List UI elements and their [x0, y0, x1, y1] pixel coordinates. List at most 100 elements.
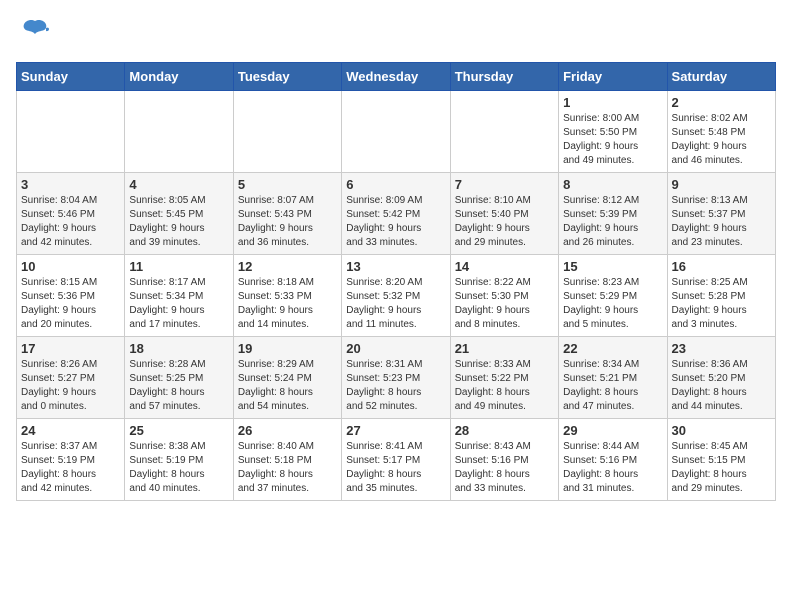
day-number: 22: [563, 341, 662, 356]
day-number: 8: [563, 177, 662, 192]
week-row-2: 3 Sunrise: 8:04 AMSunset: 5:46 PMDaylight…: [17, 173, 776, 255]
calendar-cell: 26 Sunrise: 8:40 AMSunset: 5:18 PMDayligh…: [233, 419, 341, 501]
calendar-cell: 19 Sunrise: 8:29 AMSunset: 5:24 PMDayligh…: [233, 337, 341, 419]
logo-bird-icon: [20, 16, 50, 52]
calendar-cell: 13 Sunrise: 8:20 AMSunset: 5:32 PMDayligh…: [342, 255, 450, 337]
day-info: Sunrise: 8:17 AMSunset: 5:34 PMDaylight:…: [129, 276, 228, 332]
day-info: Sunrise: 8:34 AMSunset: 5:21 PMDaylight:…: [563, 358, 662, 414]
calendar-cell: 11 Sunrise: 8:17 AMSunset: 5:34 PMDayligh…: [125, 255, 233, 337]
day-info: Sunrise: 8:13 AMSunset: 5:37 PMDaylight:…: [672, 194, 771, 250]
day-number: 17: [21, 341, 120, 356]
calendar-cell: 6 Sunrise: 8:09 AMSunset: 5:42 PMDaylight…: [342, 173, 450, 255]
calendar-cell: [450, 91, 558, 173]
day-number: 29: [563, 423, 662, 438]
day-info: Sunrise: 8:37 AMSunset: 5:19 PMDaylight:…: [21, 440, 120, 496]
page-header: [16, 16, 776, 52]
calendar-table: SundayMondayTuesdayWednesdayThursdayFrid…: [16, 62, 776, 501]
calendar-cell: [233, 91, 341, 173]
calendar-cell: 9 Sunrise: 8:13 AMSunset: 5:37 PMDaylight…: [667, 173, 775, 255]
weekday-header-sunday: Sunday: [17, 63, 125, 91]
day-info: Sunrise: 8:26 AMSunset: 5:27 PMDaylight:…: [21, 358, 120, 414]
calendar-cell: 7 Sunrise: 8:10 AMSunset: 5:40 PMDaylight…: [450, 173, 558, 255]
weekday-header-tuesday: Tuesday: [233, 63, 341, 91]
weekday-header-row: SundayMondayTuesdayWednesdayThursdayFrid…: [17, 63, 776, 91]
day-number: 13: [346, 259, 445, 274]
day-number: 21: [455, 341, 554, 356]
day-info: Sunrise: 8:41 AMSunset: 5:17 PMDaylight:…: [346, 440, 445, 496]
day-info: Sunrise: 8:36 AMSunset: 5:20 PMDaylight:…: [672, 358, 771, 414]
day-info: Sunrise: 8:04 AMSunset: 5:46 PMDaylight:…: [21, 194, 120, 250]
day-info: Sunrise: 8:09 AMSunset: 5:42 PMDaylight:…: [346, 194, 445, 250]
day-info: Sunrise: 8:02 AMSunset: 5:48 PMDaylight:…: [672, 112, 771, 168]
calendar-cell: 22 Sunrise: 8:34 AMSunset: 5:21 PMDayligh…: [559, 337, 667, 419]
calendar-cell: 29 Sunrise: 8:44 AMSunset: 5:16 PMDayligh…: [559, 419, 667, 501]
calendar-cell: 27 Sunrise: 8:41 AMSunset: 5:17 PMDayligh…: [342, 419, 450, 501]
day-number: 15: [563, 259, 662, 274]
day-number: 5: [238, 177, 337, 192]
day-info: Sunrise: 8:40 AMSunset: 5:18 PMDaylight:…: [238, 440, 337, 496]
calendar-cell: 14Sunrise: 8:22 AMSunset: 5:30 PMDayligh…: [450, 255, 558, 337]
day-info: Sunrise: 8:00 AMSunset: 5:50 PMDaylight:…: [563, 112, 662, 168]
day-number: 11: [129, 259, 228, 274]
calendar-cell: 24Sunrise: 8:37 AMSunset: 5:19 PMDayligh…: [17, 419, 125, 501]
weekday-header-thursday: Thursday: [450, 63, 558, 91]
day-number: 20: [346, 341, 445, 356]
calendar-cell: 12 Sunrise: 8:18 AMSunset: 5:33 PMDayligh…: [233, 255, 341, 337]
calendar-cell: 25 Sunrise: 8:38 AMSunset: 5:19 PMDayligh…: [125, 419, 233, 501]
day-info: Sunrise: 8:12 AMSunset: 5:39 PMDaylight:…: [563, 194, 662, 250]
weekday-header-monday: Monday: [125, 63, 233, 91]
calendar-cell: 1 Sunrise: 8:00 AMSunset: 5:50 PMDaylight…: [559, 91, 667, 173]
day-info: Sunrise: 8:45 AMSunset: 5:15 PMDaylight:…: [672, 440, 771, 496]
day-number: 1: [563, 95, 662, 110]
day-info: Sunrise: 8:38 AMSunset: 5:19 PMDaylight:…: [129, 440, 228, 496]
day-info: Sunrise: 8:43 AMSunset: 5:16 PMDaylight:…: [455, 440, 554, 496]
day-number: 6: [346, 177, 445, 192]
calendar-cell: 10Sunrise: 8:15 AMSunset: 5:36 PMDayligh…: [17, 255, 125, 337]
calendar-cell: 2 Sunrise: 8:02 AMSunset: 5:48 PMDaylight…: [667, 91, 775, 173]
calendar-cell: 5 Sunrise: 8:07 AMSunset: 5:43 PMDaylight…: [233, 173, 341, 255]
calendar-cell: [342, 91, 450, 173]
day-info: Sunrise: 8:07 AMSunset: 5:43 PMDaylight:…: [238, 194, 337, 250]
day-number: 16: [672, 259, 771, 274]
day-number: 25: [129, 423, 228, 438]
calendar-cell: 18 Sunrise: 8:28 AMSunset: 5:25 PMDayligh…: [125, 337, 233, 419]
day-number: 9: [672, 177, 771, 192]
day-number: 12: [238, 259, 337, 274]
day-info: Sunrise: 8:25 AMSunset: 5:28 PMDaylight:…: [672, 276, 771, 332]
weekday-header-wednesday: Wednesday: [342, 63, 450, 91]
day-info: Sunrise: 8:44 AMSunset: 5:16 PMDaylight:…: [563, 440, 662, 496]
day-info: Sunrise: 8:31 AMSunset: 5:23 PMDaylight:…: [346, 358, 445, 414]
day-info: Sunrise: 8:20 AMSunset: 5:32 PMDaylight:…: [346, 276, 445, 332]
calendar-cell: 21 Sunrise: 8:33 AMSunset: 5:22 PMDayligh…: [450, 337, 558, 419]
calendar-cell: 28 Sunrise: 8:43 AMSunset: 5:16 PMDayligh…: [450, 419, 558, 501]
week-row-1: 1 Sunrise: 8:00 AMSunset: 5:50 PMDaylight…: [17, 91, 776, 173]
day-info: Sunrise: 8:33 AMSunset: 5:22 PMDaylight:…: [455, 358, 554, 414]
week-row-3: 10Sunrise: 8:15 AMSunset: 5:36 PMDayligh…: [17, 255, 776, 337]
week-row-5: 24Sunrise: 8:37 AMSunset: 5:19 PMDayligh…: [17, 419, 776, 501]
calendar-cell: 16 Sunrise: 8:25 AMSunset: 5:28 PMDayligh…: [667, 255, 775, 337]
weekday-header-friday: Friday: [559, 63, 667, 91]
calendar-cell: [17, 91, 125, 173]
day-number: 18: [129, 341, 228, 356]
day-info: Sunrise: 8:10 AMSunset: 5:40 PMDaylight:…: [455, 194, 554, 250]
day-number: 7: [455, 177, 554, 192]
day-number: 26: [238, 423, 337, 438]
calendar-cell: 8 Sunrise: 8:12 AMSunset: 5:39 PMDaylight…: [559, 173, 667, 255]
calendar-cell: 15 Sunrise: 8:23 AMSunset: 5:29 PMDayligh…: [559, 255, 667, 337]
calendar-cell: 23Sunrise: 8:36 AMSunset: 5:20 PMDayligh…: [667, 337, 775, 419]
calendar-cell: 4Sunrise: 8:05 AMSunset: 5:45 PMDaylight…: [125, 173, 233, 255]
day-number: 2: [672, 95, 771, 110]
day-info: Sunrise: 8:23 AMSunset: 5:29 PMDaylight:…: [563, 276, 662, 332]
day-info: Sunrise: 8:28 AMSunset: 5:25 PMDaylight:…: [129, 358, 228, 414]
day-number: 3: [21, 177, 120, 192]
day-number: 27: [346, 423, 445, 438]
day-number: 28: [455, 423, 554, 438]
day-info: Sunrise: 8:05 AMSunset: 5:45 PMDaylight:…: [129, 194, 228, 250]
day-info: Sunrise: 8:29 AMSunset: 5:24 PMDaylight:…: [238, 358, 337, 414]
calendar-cell: 3 Sunrise: 8:04 AMSunset: 5:46 PMDaylight…: [17, 173, 125, 255]
day-number: 19: [238, 341, 337, 356]
day-info: Sunrise: 8:15 AMSunset: 5:36 PMDaylight:…: [21, 276, 120, 332]
day-info: Sunrise: 8:18 AMSunset: 5:33 PMDaylight:…: [238, 276, 337, 332]
weekday-header-saturday: Saturday: [667, 63, 775, 91]
week-row-4: 17 Sunrise: 8:26 AMSunset: 5:27 PMDayligh…: [17, 337, 776, 419]
